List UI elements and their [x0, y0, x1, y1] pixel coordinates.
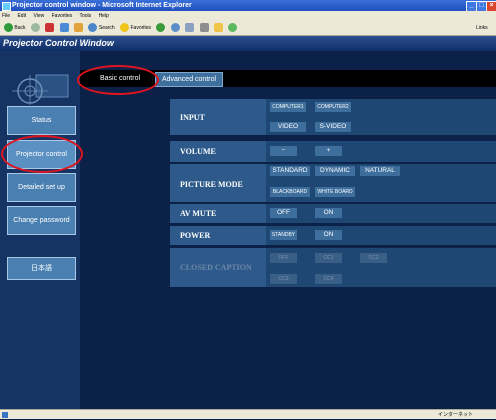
- history-button[interactable]: [170, 21, 180, 35]
- menu-bar: File Edit View Favorites Tools Help: [0, 11, 496, 21]
- messenger-icon: [228, 23, 238, 33]
- picture-mode-group: STANDARD DYNAMIC NATURAL BLACKBOARD WHIT…: [266, 164, 496, 202]
- print-icon: [199, 23, 209, 33]
- menu-view[interactable]: View: [33, 13, 44, 19]
- back-button[interactable]: Back: [4, 21, 26, 35]
- page-title: Projector Control Window: [0, 36, 496, 51]
- home-button[interactable]: [74, 21, 84, 35]
- ie-app-icon: [2, 2, 11, 11]
- picture-dynamic-button[interactable]: DYNAMIC: [315, 166, 355, 176]
- refresh-icon: [59, 23, 69, 33]
- input-computer1-button[interactable]: COMPUTER1: [270, 102, 306, 112]
- menu-tools[interactable]: Tools: [79, 13, 91, 19]
- print-button[interactable]: [199, 21, 209, 35]
- menu-favorites[interactable]: Favorites: [52, 13, 73, 19]
- picture-natural-button[interactable]: NATURAL: [360, 166, 400, 176]
- mail-icon: [185, 23, 195, 33]
- links-label[interactable]: Links: [476, 21, 488, 35]
- menu-help[interactable]: Help: [99, 13, 109, 19]
- cc-off-button: OFF: [270, 253, 297, 263]
- sidebar-item-language[interactable]: 日本語: [7, 257, 76, 280]
- tab-advanced-control[interactable]: Advanced control: [155, 72, 223, 87]
- picture-standard-button[interactable]: STANDARD: [270, 166, 310, 176]
- messenger-button[interactable]: [228, 21, 238, 35]
- av-mute-label: AV MUTE: [170, 204, 266, 223]
- input-svideo-button[interactable]: S-VIDEO: [315, 122, 351, 132]
- stop-button[interactable]: [45, 21, 55, 35]
- power-standby-button[interactable]: STANDBY: [270, 230, 297, 240]
- sidebar-item-status[interactable]: Status: [7, 106, 76, 135]
- closed-caption-label: CLOSED CAPTION: [170, 248, 266, 287]
- cc1-button: CC1: [315, 253, 342, 263]
- power-on-button[interactable]: ON: [315, 230, 342, 240]
- stop-icon: [45, 23, 55, 33]
- projector-logo-icon: [12, 74, 69, 105]
- folder-icon: [214, 23, 223, 33]
- window-title: Projector control window - Microsoft Int…: [12, 2, 192, 9]
- window-titlebar: Projector control window - Microsoft Int…: [0, 0, 496, 11]
- volume-label: VOLUME: [170, 141, 266, 162]
- av-mute-group: OFF ON: [266, 204, 496, 223]
- power-group: STANDBY ON: [266, 226, 496, 245]
- favorites-button[interactable]: Favorites: [120, 21, 151, 35]
- refresh-button[interactable]: [59, 21, 69, 35]
- page-icon: [2, 412, 8, 418]
- star-icon: [120, 23, 130, 33]
- annotation-ring-basic-tab: [77, 65, 159, 95]
- menu-file[interactable]: File: [2, 13, 10, 19]
- input-label: INPUT: [170, 99, 266, 135]
- input-computer2-button[interactable]: COMPUTER2: [315, 102, 351, 112]
- picture-mode-label: PICTURE MODE: [170, 164, 266, 202]
- cc2-button: CC2: [360, 253, 387, 263]
- media-button[interactable]: [156, 21, 166, 35]
- back-arrow-icon: [4, 23, 13, 33]
- av-mute-off-button[interactable]: OFF: [270, 208, 297, 218]
- closed-caption-group: OFF CC1 CC2 CC3 CC4: [266, 248, 496, 287]
- volume-group: − +: [266, 141, 496, 162]
- picture-blackboard-button[interactable]: BLACKBOARD: [270, 187, 310, 197]
- volume-up-button[interactable]: +: [315, 146, 342, 156]
- av-mute-on-button[interactable]: ON: [315, 208, 342, 218]
- sidebar-item-detailed-setup[interactable]: Detailed set up: [7, 173, 76, 202]
- browser-toolbar: Back Search Favorites Links: [0, 21, 496, 36]
- history-icon: [170, 23, 180, 33]
- cc3-button: CC3: [270, 274, 297, 284]
- search-icon: [88, 23, 98, 33]
- sidebar-item-change-password[interactable]: Change password: [7, 206, 76, 235]
- cc4-button: CC4: [315, 274, 342, 284]
- power-label: POWER: [170, 226, 266, 245]
- input-group: COMPUTER1 COMPUTER2 VIDEO S-VIDEO: [266, 99, 496, 135]
- home-icon: [74, 23, 84, 33]
- sidebar: Status Projector control Detailed set up…: [0, 51, 80, 409]
- forward-arrow-icon: [30, 23, 40, 33]
- input-video-button[interactable]: VIDEO: [270, 122, 306, 132]
- volume-down-button[interactable]: −: [270, 146, 297, 156]
- search-button[interactable]: Search: [88, 21, 115, 35]
- close-button[interactable]: ×: [486, 1, 496, 11]
- mail-button[interactable]: [185, 21, 195, 35]
- status-bar: インターネット: [0, 409, 496, 419]
- folder-button[interactable]: [214, 21, 223, 35]
- forward-button[interactable]: [30, 21, 40, 35]
- menu-edit[interactable]: Edit: [17, 13, 26, 19]
- media-icon: [156, 23, 166, 33]
- picture-whiteboard-button[interactable]: WHITE BOARD: [315, 187, 355, 197]
- annotation-ring-projector-control: [1, 135, 83, 173]
